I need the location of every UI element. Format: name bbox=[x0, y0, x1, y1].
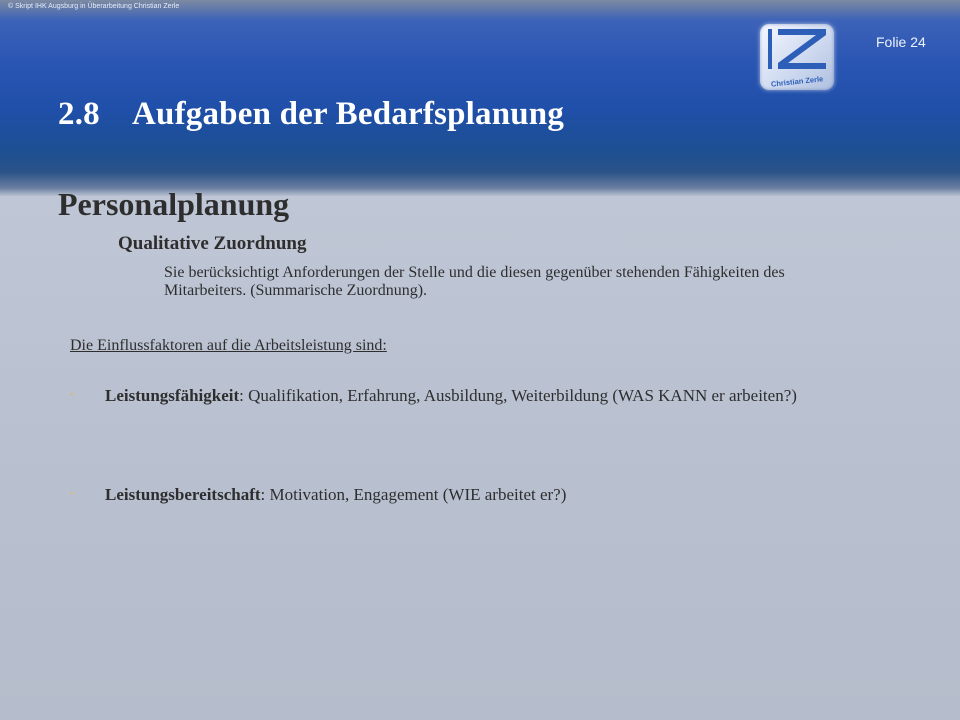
bullet-icon: • bbox=[70, 489, 74, 500]
slide-subtitle: Personalplanung bbox=[58, 186, 290, 222]
factors-heading: Die Einflussfaktoren auf die Arbeitsleis… bbox=[70, 337, 387, 354]
bullet-content: Leistungsfähigkeit: Qualifikation, Erfah… bbox=[105, 386, 870, 406]
slide-title: 2.8 Aufgaben der Bedarfsplanung bbox=[58, 96, 564, 133]
bullet-description: : Qualifikation, Erfahrung, Ausbildung, … bbox=[239, 386, 797, 405]
slide-number: Folie 24 bbox=[876, 34, 926, 50]
section-text: Sie berücksichtigt Anforderungen der Ste… bbox=[164, 264, 785, 299]
bullet-term: Leistungsbereitschaft bbox=[105, 485, 261, 504]
bullet-content: Leistungsbereitschaft: Motivation, Engag… bbox=[105, 485, 870, 505]
section-heading: Qualitative Zuordnung bbox=[118, 233, 307, 254]
bullet-term: Leistungsfähigkeit bbox=[105, 386, 240, 405]
bullet-item: • Leistungsfähigkeit: Qualifikation, Erf… bbox=[70, 386, 870, 406]
logo-text: Christian Zerle bbox=[770, 74, 823, 88]
bullet-icon: • bbox=[70, 390, 74, 401]
slide: © Skript IHK Augsburg in Überarbeitung C… bbox=[0, 0, 960, 720]
title-text: Aufgaben der Bedarfsplanung bbox=[132, 96, 565, 132]
bullet-description: : Motivation, Engagement (WIE arbeitet e… bbox=[260, 485, 567, 504]
logo-graphic: Christian Zerle bbox=[768, 29, 826, 89]
logo: Christian Zerle bbox=[760, 24, 834, 90]
title-number: 2.8 bbox=[58, 96, 100, 132]
copyright-notice: © Skript IHK Augsburg in Überarbeitung C… bbox=[8, 3, 180, 10]
bullet-item: • Leistungsbereitschaft: Motivation, Eng… bbox=[70, 485, 870, 505]
